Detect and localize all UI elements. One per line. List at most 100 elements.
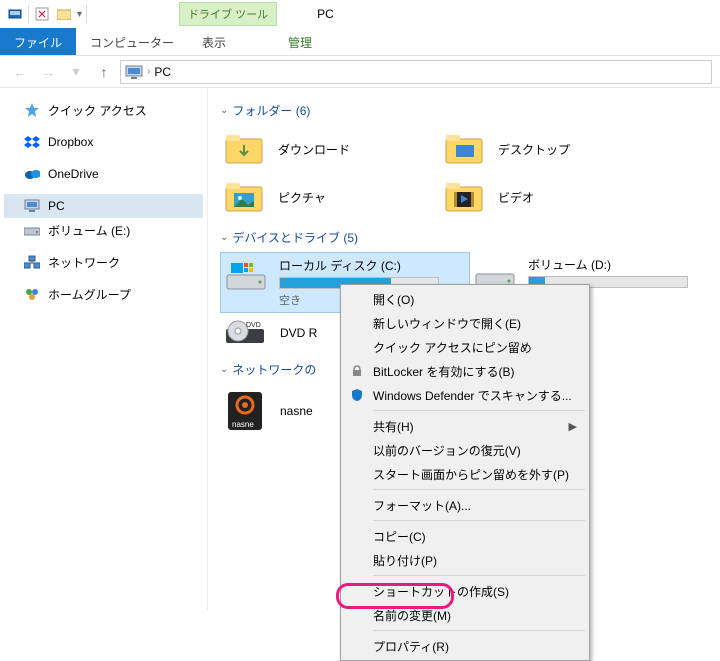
ctx-rename[interactable]: 名前の変更(M) — [343, 603, 587, 627]
sidebar-item-pc[interactable]: PC — [4, 194, 203, 218]
window-title: PC — [317, 7, 334, 21]
folder-icon — [444, 131, 484, 167]
sidebar-item-label: ボリューム (E:) — [48, 222, 130, 239]
ctx-label: 共有(H) — [373, 418, 414, 435]
ctx-copy[interactable]: コピー(C) — [343, 524, 587, 548]
ctx-properties[interactable]: プロパティ(R) — [343, 634, 587, 658]
context-menu: 開く(O) 新しいウィンドウで開く(E) クイック アクセスにピン留め BitL… — [340, 284, 590, 661]
submenu-arrow-icon: ▶ — [569, 420, 577, 433]
qat-newfolder-icon[interactable] — [56, 6, 72, 22]
ctx-format[interactable]: フォーマット(A)... — [343, 493, 587, 517]
ctx-restore-versions[interactable]: 以前のバージョンの復元(V) — [343, 438, 587, 462]
back-button[interactable]: ← — [8, 60, 32, 84]
ctx-create-shortcut[interactable]: ショートカットの作成(S) — [343, 579, 587, 603]
sidebar-item-label: ホームグループ — [48, 286, 131, 303]
qat-properties-icon[interactable] — [34, 6, 50, 22]
manage-tab[interactable]: 管理 — [274, 28, 326, 55]
chevron-right-icon[interactable]: › — [147, 66, 150, 77]
folder-icon — [224, 131, 264, 167]
drive-label: DVD R — [280, 326, 317, 340]
group-drives-header[interactable]: ⌄ デバイスとドライブ (5) — [220, 229, 720, 246]
folder-desktop[interactable]: デスクトップ — [440, 125, 660, 173]
drive-label: ローカル ディスク (C:) — [279, 257, 465, 274]
drive-icon — [225, 261, 267, 293]
drive-icon — [24, 222, 40, 238]
ctx-label: コピー(C) — [373, 528, 426, 545]
folder-label: ピクチャ — [278, 189, 326, 206]
ctx-label: 貼り付け(P) — [373, 552, 437, 569]
ctx-unpin-start[interactable]: スタート画面からピン留めを外す(P) — [343, 462, 587, 486]
separator — [373, 520, 585, 521]
sidebar-item-label: Dropbox — [48, 135, 93, 149]
sidebar-item-homegroup[interactable]: ホームグループ — [4, 282, 203, 306]
sidebar-item-label: OneDrive — [48, 167, 99, 181]
folder-pictures[interactable]: ピクチャ — [220, 173, 440, 221]
group-title: フォルダー (6) — [232, 102, 310, 119]
ctx-defender-scan[interactable]: Windows Defender でスキャンする... — [343, 383, 587, 407]
view-tab[interactable]: 表示 — [188, 28, 240, 55]
chevron-down-icon: ⌄ — [220, 232, 228, 243]
sidebar-item-onedrive[interactable]: OneDrive — [4, 162, 203, 186]
pc-icon — [125, 65, 143, 79]
folders-grid: ダウンロード デスクトップ ピクチャ ビデオ — [220, 125, 720, 221]
homegroup-icon — [24, 286, 40, 302]
group-title: ネットワークの — [232, 361, 316, 378]
ctx-label: 名前の変更(M) — [373, 607, 451, 624]
separator — [373, 410, 585, 411]
forward-button[interactable]: → — [36, 60, 60, 84]
up-button[interactable]: ↑ — [92, 60, 116, 84]
recent-dropdown-icon[interactable]: ▾ — [64, 60, 88, 84]
file-tab[interactable]: ファイル — [0, 28, 76, 55]
ctx-label: プロパティ(R) — [373, 638, 449, 655]
ctx-open-new-window[interactable]: 新しいウィンドウで開く(E) — [343, 311, 587, 335]
separator — [28, 5, 29, 23]
ctx-label: フォーマット(A)... — [373, 497, 471, 514]
svg-text:nasne: nasne — [232, 420, 254, 429]
ctx-label: BitLocker を有効にする(B) — [373, 363, 514, 380]
contextual-tab-drives[interactable]: ドライブ ツール — [179, 2, 277, 26]
nasne-icon: nasne — [224, 390, 266, 432]
window-icon — [7, 6, 23, 22]
ctx-label: 新しいウィンドウで開く(E) — [373, 315, 521, 332]
ctx-label: 開く(O) — [373, 291, 414, 308]
ctx-bitlocker[interactable]: BitLocker を有効にする(B) — [343, 359, 587, 383]
device-label: nasne — [280, 404, 313, 418]
sidebar-item-label: ネットワーク — [48, 254, 120, 271]
navigation-bar: ← → ▾ ↑ › PC — [0, 56, 720, 88]
chevron-down-icon: ⌄ — [220, 364, 228, 375]
folder-videos[interactable]: ビデオ — [440, 173, 660, 221]
sidebar-item-dropbox[interactable]: Dropbox — [4, 130, 203, 154]
separator — [373, 575, 585, 576]
ctx-label: ショートカットの作成(S) — [373, 583, 509, 600]
lock-icon — [349, 363, 365, 379]
qat-dropdown-icon[interactable]: ▾ — [77, 9, 82, 20]
group-folders-header[interactable]: ⌄ フォルダー (6) — [220, 102, 720, 119]
sidebar-item-volume-e[interactable]: ボリューム (E:) — [4, 218, 203, 242]
svg-text:DVD: DVD — [246, 322, 261, 329]
chevron-down-icon: ⌄ — [220, 105, 228, 116]
sidebar-item-quickaccess[interactable]: クイック アクセス — [4, 98, 203, 122]
sidebar-item-network[interactable]: ネットワーク — [4, 250, 203, 274]
sidebar-item-label: クイック アクセス — [48, 102, 147, 119]
group-title: デバイスとドライブ (5) — [232, 229, 358, 246]
ctx-open[interactable]: 開く(O) — [343, 287, 587, 311]
titlebar: ▾ ドライブ ツール PC — [0, 0, 720, 28]
separator — [86, 5, 87, 23]
separator — [373, 630, 585, 631]
ctx-pin-quickaccess[interactable]: クイック アクセスにピン留め — [343, 335, 587, 359]
computer-tab[interactable]: コンピューター — [76, 28, 188, 55]
navigation-sidebar: クイック アクセス Dropbox OneDrive PC ボリューム (E:)… — [0, 88, 208, 610]
breadcrumb-pc[interactable]: PC — [154, 65, 171, 79]
star-icon — [24, 102, 40, 118]
network-icon — [24, 254, 40, 270]
ctx-share[interactable]: 共有(H) ▶ — [343, 414, 587, 438]
folder-label: デスクトップ — [498, 141, 570, 158]
ctx-paste[interactable]: 貼り付け(P) — [343, 548, 587, 572]
address-bar[interactable]: › PC — [120, 60, 712, 84]
separator — [373, 489, 585, 490]
ctx-label: Windows Defender でスキャンする... — [373, 387, 572, 404]
folder-icon — [224, 179, 264, 215]
folder-downloads[interactable]: ダウンロード — [220, 125, 440, 173]
folder-label: ビデオ — [498, 189, 534, 206]
ctx-label: 以前のバージョンの復元(V) — [373, 442, 521, 459]
